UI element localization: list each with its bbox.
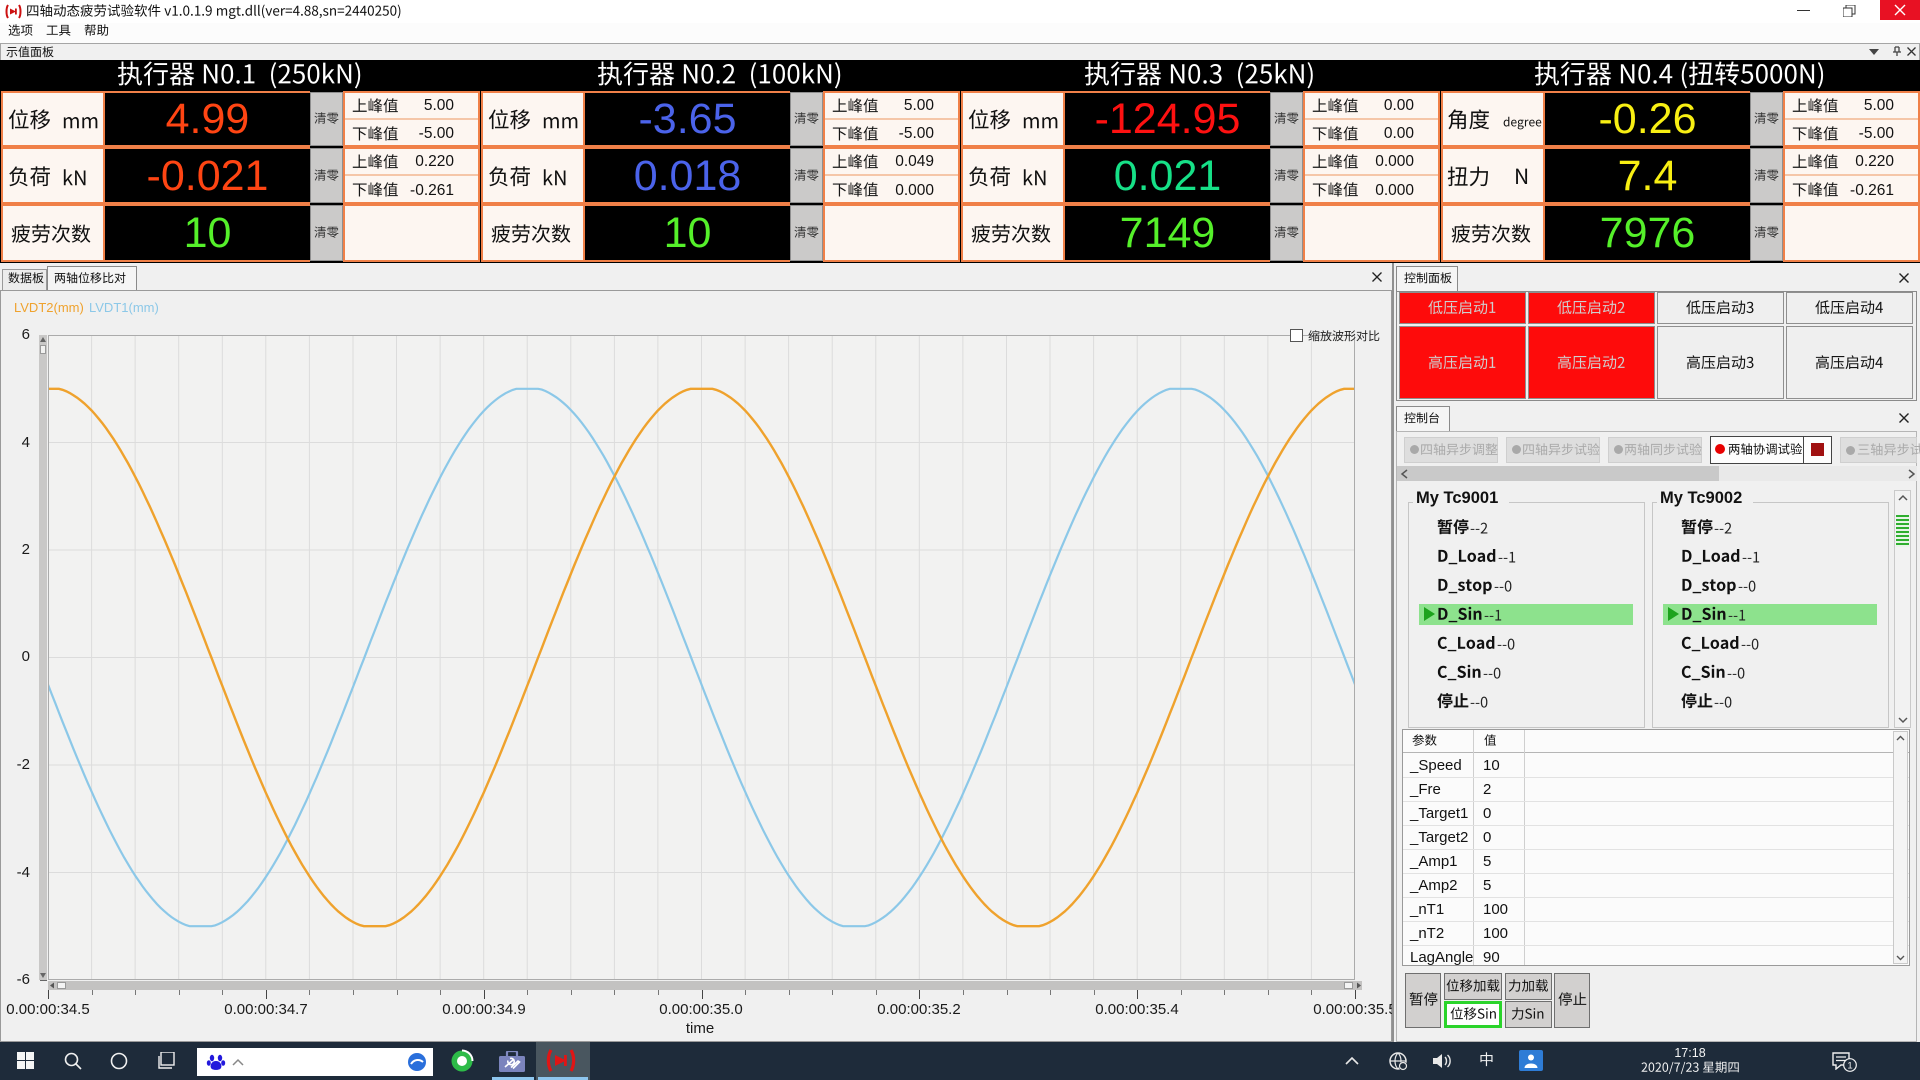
svg-text:1: 1 (1847, 1061, 1852, 1072)
